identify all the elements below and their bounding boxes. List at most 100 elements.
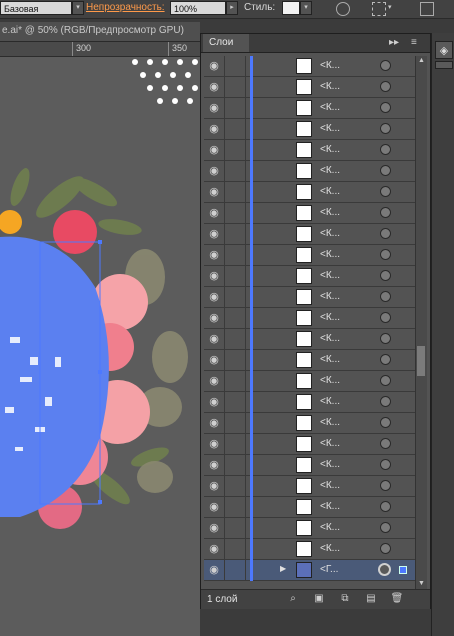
layer-name[interactable]: <К...	[320, 81, 340, 92]
recolor-icon[interactable]	[336, 2, 350, 16]
visibility-eye-icon[interactable]: ◉	[204, 224, 225, 244]
target-circle-icon[interactable]	[380, 291, 391, 302]
visibility-eye-icon[interactable]: ◉	[204, 308, 225, 328]
layer-name[interactable]: <К...	[320, 522, 340, 533]
style-swatch[interactable]	[282, 1, 300, 15]
expand-triangle-icon[interactable]: ▶	[280, 564, 286, 573]
layer-name[interactable]: <К...	[320, 354, 340, 365]
layers-scrollbar[interactable]: ▲ ▼	[415, 56, 427, 589]
transform-icon[interactable]	[420, 2, 434, 16]
layers-dock-icon[interactable]: ◈	[435, 41, 453, 59]
scroll-thumb[interactable]	[417, 346, 425, 376]
visibility-eye-icon[interactable]: ◉	[204, 203, 225, 223]
visibility-eye-icon[interactable]: ◉	[204, 497, 225, 517]
layer-row[interactable]: ◉ <К...	[204, 98, 415, 119]
layer-row[interactable]: ◉ <К...	[204, 266, 415, 287]
layer-name[interactable]: <К...	[320, 186, 340, 197]
layer-name[interactable]: <К...	[320, 459, 340, 470]
layer-row[interactable]: ◉ <К...	[204, 56, 415, 77]
lock-toggle[interactable]	[225, 224, 246, 244]
lock-toggle[interactable]	[225, 119, 246, 139]
target-circle-icon[interactable]	[380, 228, 391, 239]
new-layer-icon[interactable]: ▤	[363, 592, 379, 606]
layer-row[interactable]: ◉ <К...	[204, 77, 415, 98]
target-circle-icon[interactable]	[380, 312, 391, 323]
lock-toggle[interactable]	[225, 56, 246, 76]
double-arrow-icon[interactable]: ▸▸	[389, 36, 399, 50]
lock-toggle[interactable]	[225, 203, 246, 223]
target-circle-icon[interactable]	[380, 354, 391, 365]
visibility-eye-icon[interactable]: ◉	[204, 119, 225, 139]
lock-toggle[interactable]	[225, 434, 246, 454]
style-arrow-icon[interactable]: ▾	[300, 1, 312, 15]
lock-toggle[interactable]	[225, 560, 246, 580]
layer-row[interactable]: ◉ <К...	[204, 392, 415, 413]
artboard-canvas[interactable]	[0, 57, 200, 636]
visibility-eye-icon[interactable]: ◉	[204, 371, 225, 391]
layer-name[interactable]: <К...	[320, 102, 340, 113]
layer-name[interactable]: <К...	[320, 228, 340, 239]
visibility-eye-icon[interactable]: ◉	[204, 434, 225, 454]
layer-name[interactable]: <Г...	[320, 564, 338, 575]
visibility-eye-icon[interactable]: ◉	[204, 287, 225, 307]
visibility-eye-icon[interactable]: ◉	[204, 56, 225, 76]
document-tab[interactable]: e.ai* @ 50% (RGB/Предпросмотр GPU)	[0, 22, 200, 42]
target-circle-icon[interactable]	[380, 81, 391, 92]
target-circle-icon[interactable]	[380, 375, 391, 386]
target-circle-icon[interactable]	[380, 333, 391, 344]
visibility-eye-icon[interactable]: ◉	[204, 455, 225, 475]
visibility-eye-icon[interactable]: ◉	[204, 266, 225, 286]
lock-toggle[interactable]	[225, 350, 246, 370]
target-circle-icon[interactable]	[380, 501, 391, 512]
lock-toggle[interactable]	[225, 518, 246, 538]
lock-toggle[interactable]	[225, 371, 246, 391]
target-circle-icon[interactable]	[380, 417, 391, 428]
create-sublayer-icon[interactable]: ⧉	[337, 592, 353, 606]
opacity-arrow-icon[interactable]: ▸	[226, 1, 238, 15]
align-grid-icon[interactable]	[372, 2, 386, 16]
target-circle-icon[interactable]	[380, 186, 391, 197]
layer-row[interactable]: ◉ <К...	[204, 119, 415, 140]
layer-row[interactable]: ◉ <К...	[204, 329, 415, 350]
layer-name[interactable]: <К...	[320, 480, 340, 491]
lock-toggle[interactable]	[225, 329, 246, 349]
scroll-up-icon[interactable]: ▲	[416, 56, 427, 66]
layer-name[interactable]: <К...	[320, 333, 340, 344]
visibility-eye-icon[interactable]: ◉	[204, 476, 225, 496]
target-circle-icon[interactable]	[380, 459, 391, 470]
visibility-eye-icon[interactable]: ◉	[204, 182, 225, 202]
search-icon[interactable]: ⌕	[285, 592, 301, 606]
layer-row[interactable]: ◉ <К...	[204, 287, 415, 308]
layer-name[interactable]: <К...	[320, 438, 340, 449]
target-circle-icon[interactable]	[380, 144, 391, 155]
layer-name[interactable]: <К...	[320, 417, 340, 428]
layer-row[interactable]: ◉ <К...	[204, 224, 415, 245]
lock-toggle[interactable]	[225, 308, 246, 328]
panel-menu-icon[interactable]: ≡	[411, 36, 417, 50]
target-circle-icon[interactable]	[380, 480, 391, 491]
selection-indicator[interactable]	[399, 566, 407, 574]
target-circle-icon[interactable]	[380, 543, 391, 554]
layer-row[interactable]: ◉ <К...	[204, 539, 415, 560]
dock-collapsed-panel[interactable]	[435, 61, 453, 69]
layer-row-group[interactable]: ◉ ▶ <Г...	[204, 560, 415, 581]
layer-name[interactable]: <К...	[320, 270, 340, 281]
lock-toggle[interactable]	[225, 98, 246, 118]
layer-row[interactable]: ◉ <К...	[204, 497, 415, 518]
target-circle-icon[interactable]	[380, 102, 391, 113]
opacity-field[interactable]: 100%	[170, 1, 226, 15]
visibility-eye-icon[interactable]: ◉	[204, 392, 225, 412]
target-circle-icon[interactable]	[380, 249, 391, 260]
layer-row[interactable]: ◉ <К...	[204, 203, 415, 224]
visibility-eye-icon[interactable]: ◉	[204, 329, 225, 349]
target-circle-icon[interactable]	[380, 165, 391, 176]
layer-name[interactable]: <К...	[320, 291, 340, 302]
brush-dropdown-arrow-icon[interactable]: ▾	[72, 1, 84, 15]
lock-toggle[interactable]	[225, 182, 246, 202]
visibility-eye-icon[interactable]: ◉	[204, 518, 225, 538]
make-clipping-mask-icon[interactable]: ▣	[311, 592, 327, 606]
layer-row[interactable]: ◉ <К...	[204, 182, 415, 203]
layer-row[interactable]: ◉ <К...	[204, 140, 415, 161]
visibility-eye-icon[interactable]: ◉	[204, 350, 225, 370]
layer-name[interactable]: <К...	[320, 165, 340, 176]
